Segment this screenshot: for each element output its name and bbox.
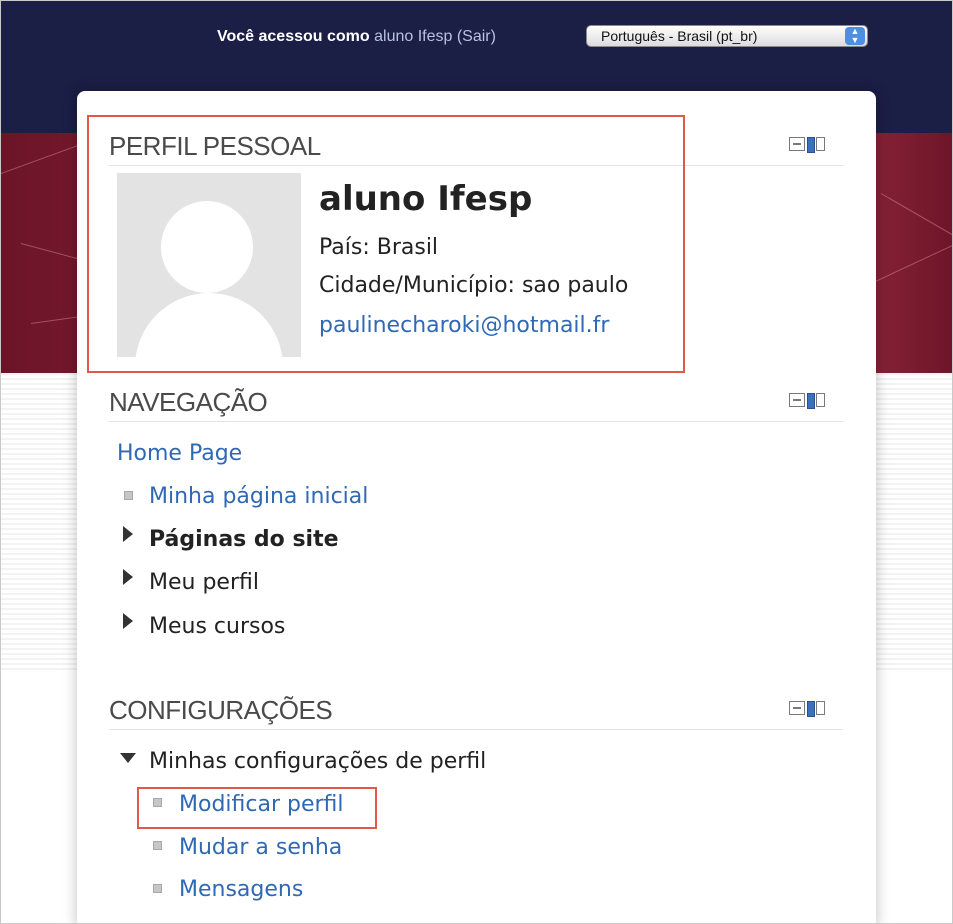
nav-home-link[interactable]: Home Page: [117, 441, 242, 466]
select-arrows-icon: ▲ ▼: [845, 27, 865, 45]
navigation-block-header: NAVEGAÇÃO: [109, 381, 843, 422]
nav-item-my-courses[interactable]: Meus cursos: [149, 614, 285, 639]
triangle-down-icon[interactable]: [120, 753, 136, 763]
settings-change-password-link[interactable]: Mudar a senha: [179, 835, 342, 860]
login-info: Você acessou como aluno Ifesp (Sair): [217, 26, 496, 48]
navigation-block-title: NAVEGAÇÃO: [109, 387, 268, 417]
dock-block-icon[interactable]: [789, 135, 831, 153]
settings-block-title: CONFIGURAÇÕES: [109, 695, 333, 725]
logout-close-paren: ): [490, 28, 496, 45]
edit-profile-highlight-box: [137, 787, 377, 829]
logout-link[interactable]: Sair: [462, 28, 490, 45]
nav-item-my-home[interactable]: Minha página inicial: [149, 484, 368, 509]
page-frame: Você acessou como aluno Ifesp (Sair) Por…: [0, 0, 953, 924]
login-prefix: Você acessou como: [217, 28, 370, 45]
square-bullet-icon: [124, 491, 133, 500]
language-select-value: Português - Brasil (pt_br): [601, 28, 758, 44]
nav-item-my-profile[interactable]: Meu perfil: [149, 570, 259, 595]
triangle-right-icon[interactable]: [123, 569, 133, 585]
triangle-right-icon[interactable]: [123, 526, 133, 542]
nav-item-site-pages[interactable]: Páginas do site: [149, 527, 339, 552]
dock-block-icon[interactable]: [789, 391, 831, 409]
settings-block-header: CONFIGURAÇÕES: [109, 689, 843, 730]
triangle-right-icon[interactable]: [123, 613, 133, 629]
dock-block-icon[interactable]: [789, 699, 831, 717]
user-link[interactable]: aluno Ifesp: [374, 28, 452, 45]
square-bullet-icon: [153, 884, 162, 893]
language-select[interactable]: Português - Brasil (pt_br) ▲ ▼: [586, 25, 868, 47]
settings-messages-link[interactable]: Mensagens: [179, 877, 303, 902]
settings-profile-section[interactable]: Minhas configurações de perfil: [149, 749, 486, 774]
square-bullet-icon: [153, 841, 162, 850]
profile-highlight-box: [87, 115, 685, 373]
